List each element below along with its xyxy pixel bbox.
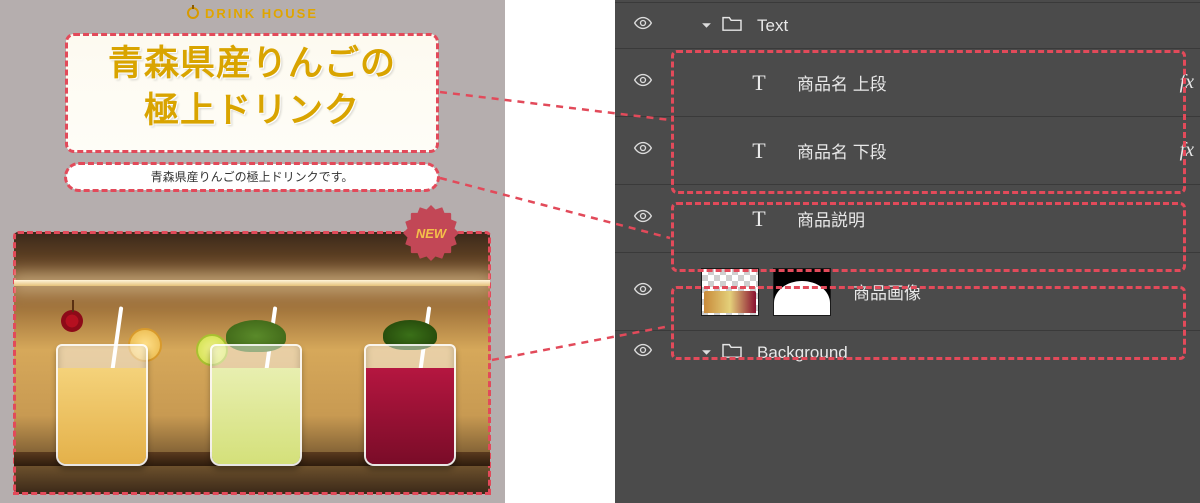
visibility-toggle[interactable] [625,138,661,163]
eye-icon [633,206,653,231]
visibility-toggle[interactable] [625,340,661,365]
title-text-box[interactable]: 青森県産りんごの 極上ドリンク [66,34,438,152]
visibility-toggle[interactable] [625,70,661,95]
chevron-down-icon[interactable] [701,343,717,363]
cocktail-glass-3 [356,316,464,466]
layer-name: 商品名 上段 [797,70,1160,95]
layer-row-product-image[interactable]: 商品画像 [615,252,1200,330]
layer-name: 商品説明 [797,206,1160,231]
new-badge: NEW [403,205,459,261]
title-line-2: 極上ドリンク [76,87,428,134]
text-layer-icon: T [747,207,771,231]
design-canvas-preview: DRINK HOUSE 青森県産りんごの 極上ドリンク 青森県産りんごの極上ドリ… [0,0,505,503]
eye-icon [633,70,653,95]
gap-area [505,0,615,503]
layer-name: 商品名 下段 [797,138,1160,163]
layer-name: Text [757,16,1200,36]
layer-mask-thumbnail[interactable] [773,268,831,316]
layer-group-text[interactable]: Text [615,2,1200,48]
layer-row-description[interactable]: T 商品説明 [615,184,1200,252]
eye-icon [633,138,653,163]
folder-icon [721,341,743,364]
backlight [14,280,490,286]
cocktail-glass-2 [202,316,310,466]
description-text-box[interactable]: 青森県産りんごの極上ドリンクです。 [66,164,438,190]
fx-indicator[interactable]: fx [1160,139,1200,162]
cocktail-glass-1 [48,316,156,466]
layer-name: 商品画像 [853,279,1200,304]
layer-thumbnail[interactable] [701,268,759,316]
layer-row-text-lower[interactable]: T 商品名 下段 fx [615,116,1200,184]
text-layer-icon: T [747,139,771,163]
visibility-toggle[interactable] [625,279,661,304]
brand-logo-text: DRINK HOUSE [205,6,318,21]
layer-group-background[interactable]: Background [615,330,1200,374]
eye-icon [633,340,653,365]
folder-icon [721,14,743,37]
eye-icon [633,279,653,304]
product-image-box[interactable] [14,232,490,494]
title-line-1: 青森県産りんごの [76,40,428,87]
logo-icon [187,7,199,19]
fx-indicator[interactable]: fx [1160,71,1200,94]
text-layer-icon: T [747,71,771,95]
layer-name: Background [757,343,1200,363]
visibility-toggle[interactable] [625,206,661,231]
eye-icon [633,13,653,38]
layer-row-text-upper[interactable]: T 商品名 上段 fx [615,48,1200,116]
chevron-down-icon[interactable] [701,16,717,36]
brand-logo: DRINK HOUSE [0,6,505,21]
layer-thumbnails [701,268,831,316]
layers-panel: Text T 商品名 上段 fx T 商品名 下段 fx [615,0,1200,503]
visibility-toggle[interactable] [625,13,661,38]
